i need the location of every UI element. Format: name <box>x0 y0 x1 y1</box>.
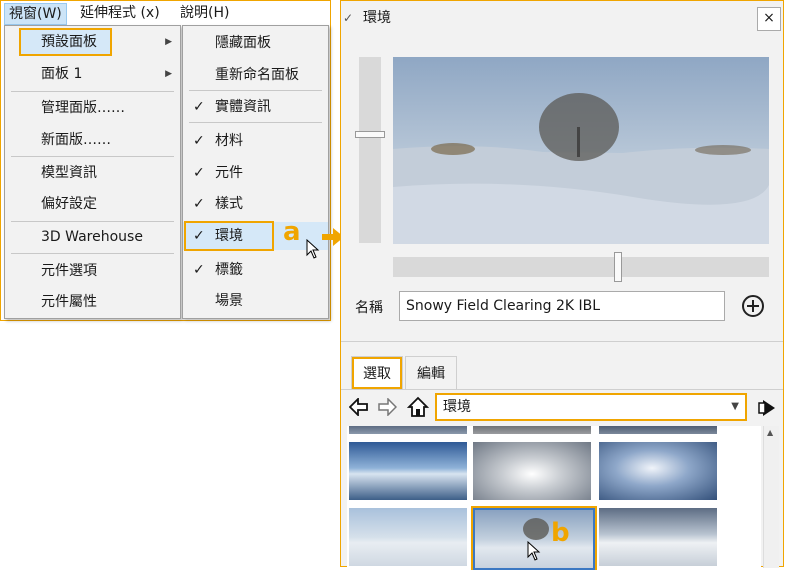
add-environment-icon[interactable] <box>741 294 765 318</box>
environment-preview <box>393 57 769 244</box>
menu-item-panel-1[interactable]: 面板 1 ▶ <box>5 60 180 88</box>
tab-label: 選取 <box>363 366 391 382</box>
mouse-cursor-icon <box>527 541 541 561</box>
menubar: 視窗(W) 延伸程式 (x) 說明(H) <box>2 2 330 25</box>
tab-edit[interactable]: 編輯 <box>405 356 457 390</box>
menu-item-components[interactable]: ✓ 元件 <box>183 159 328 187</box>
tabs-divider <box>341 389 783 390</box>
submenu-arrow-icon: ▶ <box>165 37 172 47</box>
check-icon: ✓ <box>193 228 205 244</box>
mouse-cursor-icon <box>306 239 320 259</box>
scroll-up-icon[interactable]: ▲ <box>767 428 773 437</box>
menu-item-hide-panel[interactable]: 隱藏面板 <box>183 29 328 57</box>
menu-separator <box>11 156 174 157</box>
menu-item-new-panel[interactable]: 新面版…… <box>5 126 180 154</box>
close-button[interactable]: × <box>757 7 781 31</box>
menu-item-label: 環境 <box>215 228 243 244</box>
scrollbar[interactable]: ▲ <box>763 426 779 568</box>
menu-item-label: 元件 <box>215 165 243 181</box>
annotation-a: a <box>283 217 301 247</box>
name-field[interactable]: Snowy Field Clearing 2K IBL <box>399 291 725 321</box>
menu-item-entity-info[interactable]: ✓ 實體資訊 <box>183 93 328 121</box>
horizontal-slider-thumb[interactable] <box>614 252 622 282</box>
menu-help[interactable]: 說明(H) <box>176 3 233 23</box>
environment-thumbnail[interactable] <box>599 508 717 566</box>
annotation-b: b <box>551 518 570 548</box>
environment-thumbnail[interactable] <box>473 426 591 434</box>
menu-item-manage-panels[interactable]: 管理面版…… <box>5 94 180 122</box>
panel-title: 環境 <box>363 10 391 26</box>
submenu-arrow-icon: ▶ <box>165 69 172 79</box>
tree-shape <box>523 518 549 540</box>
menu-item-label: 樣式 <box>215 196 243 212</box>
home-icon[interactable] <box>407 396 429 418</box>
menu-item-scenes[interactable]: 場景 <box>183 287 328 315</box>
menu-item-label: 材料 <box>215 133 243 149</box>
menu-item-preferences[interactable]: 偏好設定 <box>5 190 180 218</box>
collapse-chevron-icon[interactable]: ✓ <box>343 1 353 35</box>
menu-extensions[interactable]: 延伸程式 (x) <box>76 3 164 23</box>
menu-item-model-info[interactable]: 模型資訊 <box>5 159 180 187</box>
menu-item-materials[interactable]: ✓ 材料 <box>183 127 328 155</box>
menu-separator <box>11 91 174 92</box>
menu-separator <box>11 221 174 222</box>
menu-separator <box>189 90 322 91</box>
menu-item-styles[interactable]: ✓ 樣式 <box>183 190 328 218</box>
menu-item-label: 實體資訊 <box>215 99 271 115</box>
environment-thumbnail[interactable] <box>349 442 467 500</box>
vertical-slider-thumb[interactable] <box>355 131 385 138</box>
menu-item-3d-warehouse[interactable]: 3D Warehouse <box>5 223 180 251</box>
environment-thumbnail[interactable] <box>599 426 717 434</box>
default-panels-submenu: 隱藏面板 重新命名面板 ✓ 實體資訊 ✓ 材料 ✓ 元件 ✓ 樣式 ✓ 環境 ✓… <box>182 25 329 319</box>
menu-separator <box>189 122 322 123</box>
tab-select[interactable]: 選取 <box>351 356 403 390</box>
details-menu-icon[interactable] <box>757 398 777 418</box>
vertical-slider[interactable] <box>359 57 381 243</box>
menu-item-default-panels[interactable]: 預設面板 ▶ <box>5 28 180 56</box>
check-icon: ✓ <box>193 165 205 181</box>
menu-item-rename-panel[interactable]: 重新命名面板 <box>183 61 328 89</box>
menu-view[interactable]: 視窗(W) <box>4 3 67 25</box>
check-icon: ✓ <box>193 262 205 278</box>
menu-screenshot: 視窗(W) 延伸程式 (x) 說明(H) 預設面板 ▶ 面板 1 ▶ 管理面版…… <box>0 0 331 321</box>
environments-panel: ✓ 環境 × 名稱 Snowy Field Clearing 2K IBL 選取… <box>340 0 784 570</box>
check-icon: ✓ <box>193 196 205 212</box>
check-icon: ✓ <box>193 133 205 149</box>
menu-item-component-attributes[interactable]: 元件屬性 <box>5 288 180 316</box>
dropdown-value: 環境 <box>443 399 471 415</box>
menu-item-label: 面板 1 <box>41 66 83 82</box>
collection-dropdown[interactable]: 環境 ▼ <box>435 393 747 421</box>
back-arrow-icon[interactable] <box>349 398 369 416</box>
forward-arrow-icon[interactable] <box>377 398 397 416</box>
environment-thumbnail[interactable] <box>349 508 467 566</box>
environment-thumbnail[interactable] <box>599 442 717 500</box>
panel-header[interactable]: ✓ 環境 × <box>341 1 783 35</box>
check-icon: ✓ <box>193 99 205 115</box>
chevron-down-icon: ▼ <box>731 401 739 412</box>
menu-separator <box>11 253 174 254</box>
view-menu: 預設面板 ▶ 面板 1 ▶ 管理面版…… 新面版…… 模型資訊 偏好設定 3D … <box>4 25 181 319</box>
name-label: 名稱 <box>355 300 383 316</box>
menu-item-label: 預設面板 <box>41 34 97 50</box>
divider <box>341 341 783 342</box>
menu-item-label: 標籤 <box>215 262 243 278</box>
environment-thumbnail[interactable] <box>473 442 591 500</box>
horizontal-slider[interactable] <box>393 257 769 277</box>
menu-item-component-options[interactable]: 元件選項 <box>5 257 180 285</box>
environment-thumbnail[interactable] <box>349 426 467 434</box>
